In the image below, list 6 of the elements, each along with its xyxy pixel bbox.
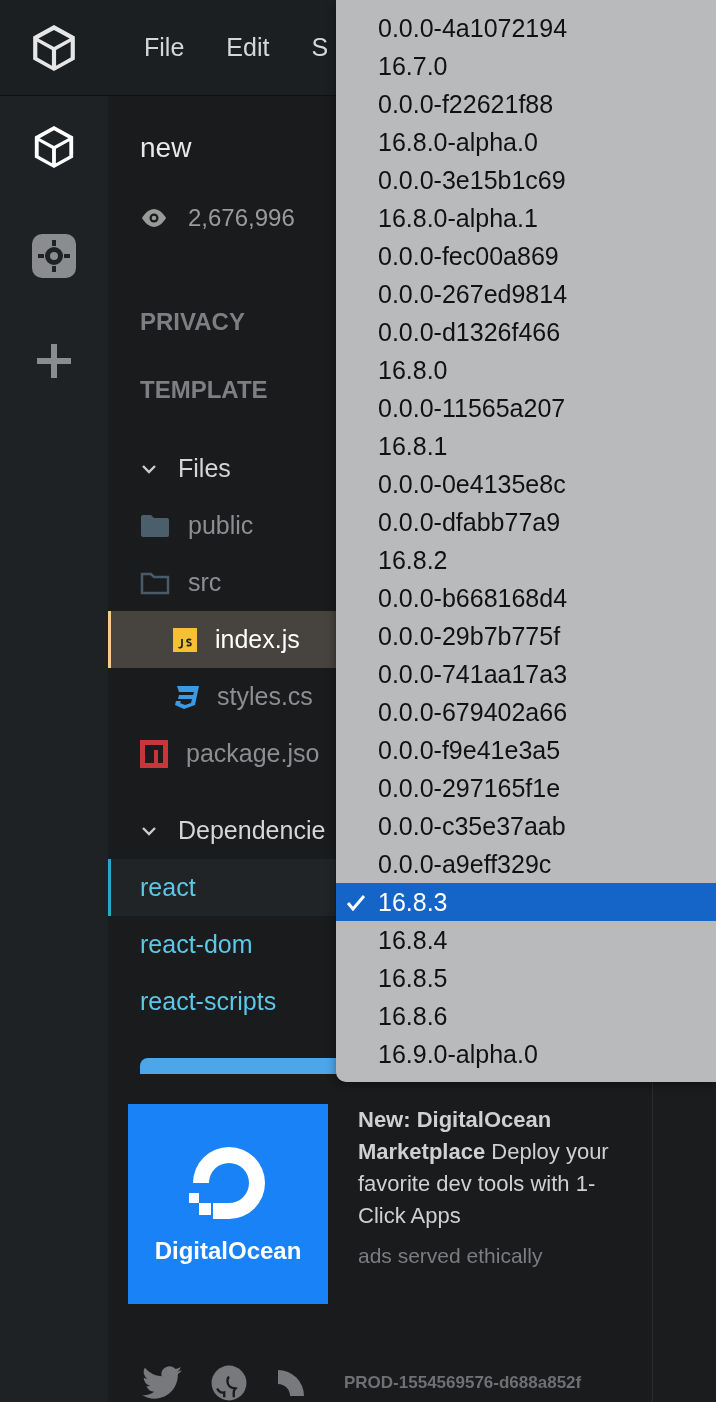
build-id: PROD-1554569576-d688a852f: [344, 1373, 582, 1394]
ad-logo-text: DigitalOcean: [154, 1237, 302, 1266]
view-count: 2,676,996: [188, 204, 295, 232]
sandbox-title: new: [140, 132, 192, 164]
ad-text: New: DigitalOcean Marketplace Deploy your favorite dev tools with 1-Click Apps: [358, 1106, 610, 1231]
ad-note: ads served ethically: [358, 1244, 544, 1269]
